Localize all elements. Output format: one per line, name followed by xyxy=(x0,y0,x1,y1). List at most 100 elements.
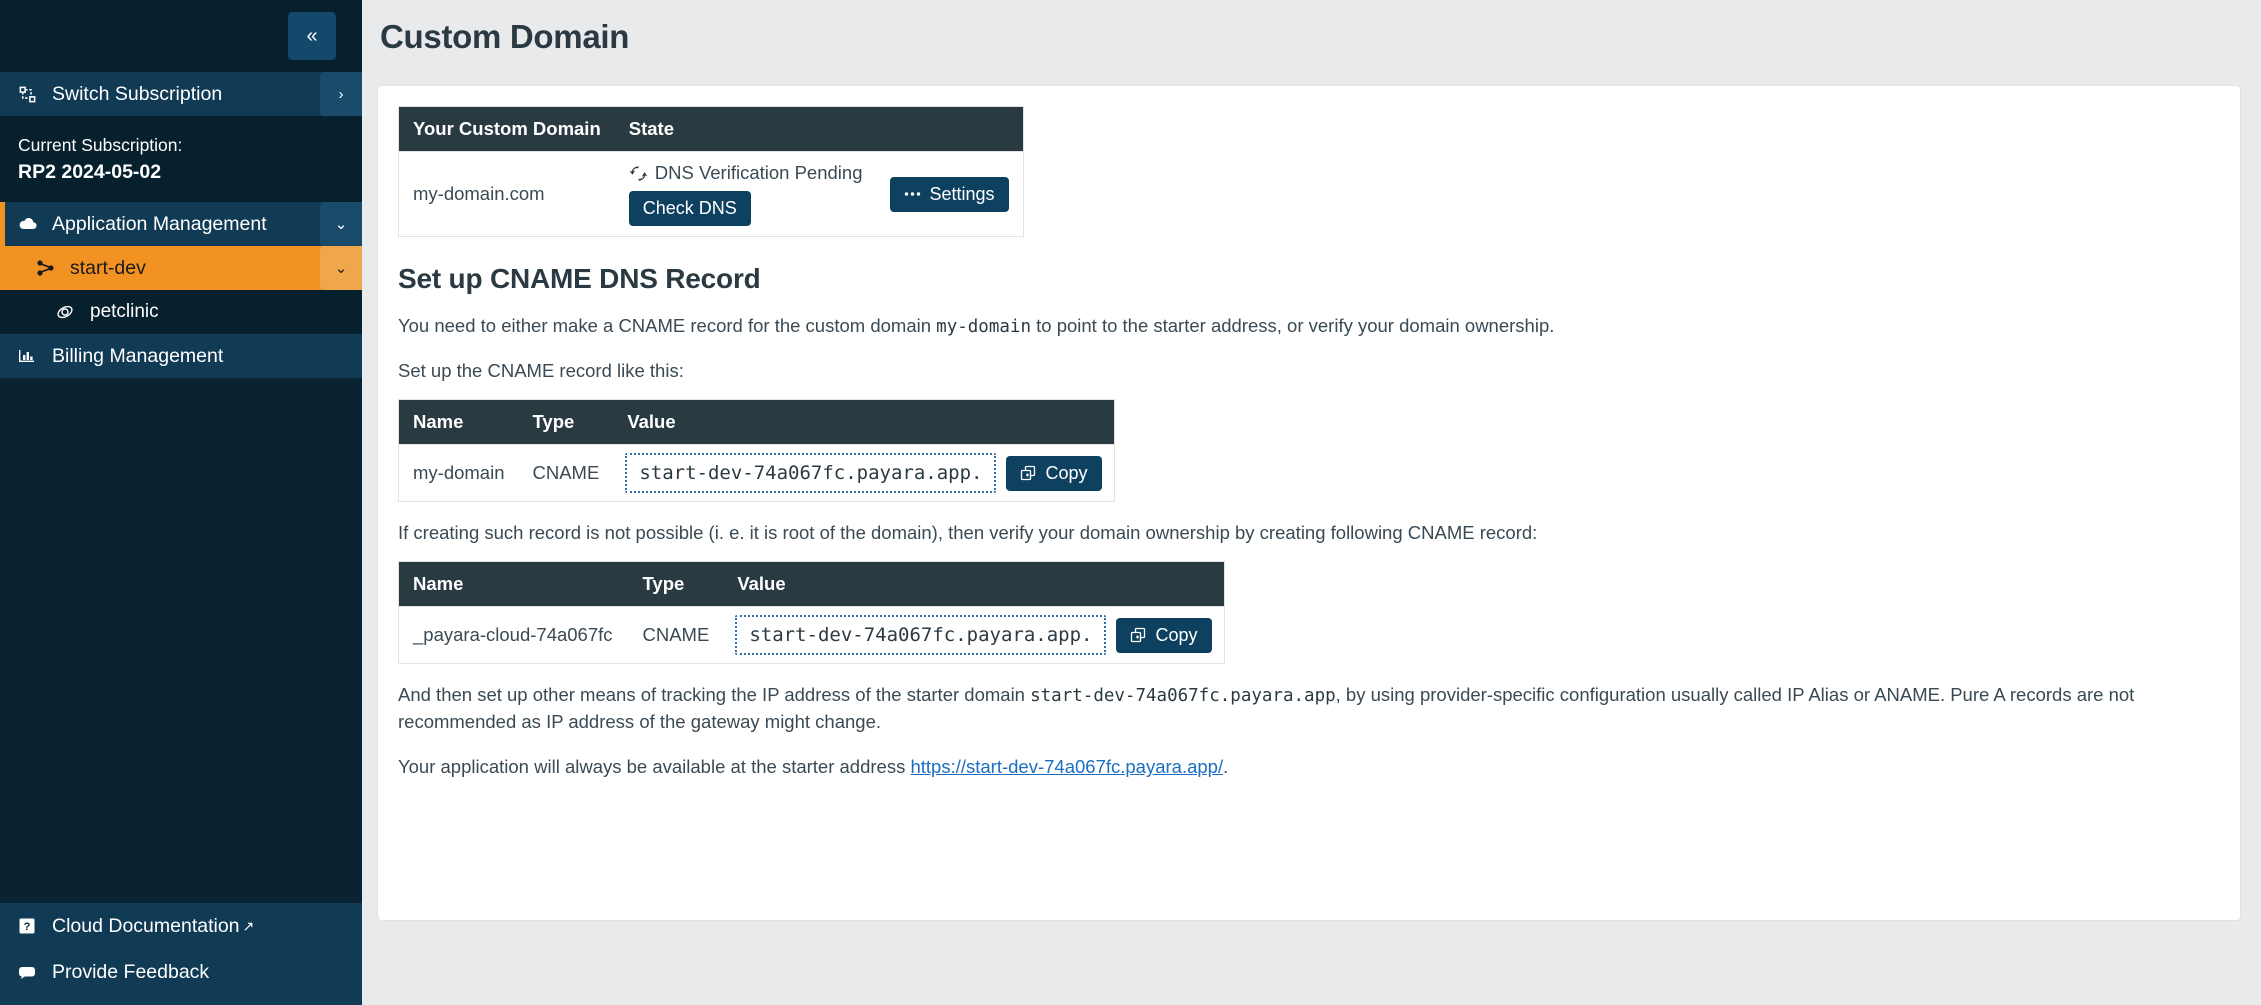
final-post: . xyxy=(1223,756,1229,778)
cell-record-name: my-domain xyxy=(398,444,519,502)
settings-label: Settings xyxy=(929,183,995,204)
record-value-text[interactable]: start-dev-74a067fc.payara.app. xyxy=(735,615,1107,655)
copy-label: Copy xyxy=(1155,624,1198,645)
sidebar-item-label: Provide Feedback xyxy=(52,960,210,983)
sidebar-item-cloud-documentation[interactable]: ? Cloud Documentation ↗ xyxy=(0,903,362,949)
sidebar: « Switch Subscription › Current Subscrip… xyxy=(0,0,362,1005)
cloud-icon xyxy=(18,217,44,231)
cell-record-value: start-dev-74a067fc.payara.app. Copy xyxy=(613,444,1115,502)
column-header-state: State xyxy=(614,106,877,152)
table-header-row: Name Type Value xyxy=(398,399,1115,445)
table-header-row: Your Custom Domain State xyxy=(398,106,1024,152)
table-head: Your Custom Domain State xyxy=(398,106,1024,152)
sidebar-item-label: start-dev xyxy=(70,256,146,279)
column-header-type: Type xyxy=(628,561,724,607)
custom-domain-table: Your Custom Domain State my-domain.com D… xyxy=(398,106,1024,237)
final-paragraph: Your application will always be availabl… xyxy=(398,754,2218,781)
check-dns-label: Check DNS xyxy=(642,198,737,218)
double-chevron-left-icon: « xyxy=(306,25,318,47)
column-header-value: Value xyxy=(613,399,1115,445)
current-subscription-block: Current Subscription: RP2 2024-05-02 xyxy=(0,116,362,202)
sidebar-spacer xyxy=(0,378,362,903)
table-row: _payara-cloud-74a067fc CNAME start-dev-7… xyxy=(398,606,1225,664)
current-subscription-value: RP2 2024-05-02 xyxy=(18,161,162,183)
column-header-name: Name xyxy=(398,399,519,445)
column-header-value: Value xyxy=(723,561,1225,607)
sidebar-footer: ? Cloud Documentation ↗ Provide Feedback xyxy=(0,903,362,1005)
tracking-paragraph: And then set up other means of tracking … xyxy=(398,682,2218,736)
copy-label: Copy xyxy=(1045,462,1088,483)
switch-subscription-icon xyxy=(18,85,44,104)
cname-intro-pre: You need to either make a CNAME record f… xyxy=(398,315,937,336)
copy-button[interactable]: Copy xyxy=(1006,455,1102,491)
cell-domain-name: my-domain.com xyxy=(398,151,615,237)
sidebar-item-label: Cloud Documentation xyxy=(52,914,240,937)
chart-bar-icon xyxy=(18,348,44,364)
table-header-row: Name Type Value xyxy=(398,561,1225,607)
starter-address-link[interactable]: https://start-dev-74a067fc.payara.app/ xyxy=(910,756,1223,777)
chevron-right-icon[interactable]: › xyxy=(320,72,362,116)
table-body: my-domain CNAME start-dev-74a067fc.payar… xyxy=(398,444,1115,502)
cell-record-type: CNAME xyxy=(518,444,614,502)
cname-intro-code: my-domain xyxy=(936,317,1031,337)
app-root: « Switch Subscription › Current Subscrip… xyxy=(0,0,2261,1005)
sidebar-item-provide-feedback[interactable]: Provide Feedback xyxy=(0,949,362,995)
cell-record-type: CNAME xyxy=(628,606,724,664)
external-link-icon: ↗ xyxy=(242,917,255,934)
column-header-name: Name xyxy=(398,561,629,607)
copy-icon xyxy=(1130,627,1147,644)
sidebar-item-billing-management[interactable]: Billing Management xyxy=(0,334,362,378)
refresh-icon xyxy=(629,165,648,182)
cell-record-value: start-dev-74a067fc.payara.app. Copy xyxy=(723,606,1225,664)
help-question-icon: ? xyxy=(18,917,44,935)
sidebar-item-switch-subscription[interactable]: Switch Subscription › xyxy=(0,72,362,116)
verification-record-table: Name Type Value _payara-cloud-74a067fc C… xyxy=(398,561,1225,664)
table-row: my-domain.com DNS Verification Pending C… xyxy=(398,151,1024,237)
column-header-your-custom-domain: Your Custom Domain xyxy=(398,106,615,152)
copy-icon xyxy=(1020,465,1037,482)
cname-record-table: Name Type Value my-domain CNAME start-de… xyxy=(398,399,1115,503)
column-header-type: Type xyxy=(518,399,614,445)
cname-setup-line: Set up the CNAME record like this: xyxy=(398,360,684,382)
sidebar-item-label: Switch Subscription xyxy=(52,82,223,105)
value-wrapper: start-dev-74a067fc.payara.app. Copy xyxy=(735,615,1212,655)
sidebar-item-application-management[interactable]: Application Management ⌄ xyxy=(0,202,362,246)
settings-button[interactable]: Settings xyxy=(890,176,1009,212)
tracking-pre: And then set up other means of tracking … xyxy=(398,684,1031,705)
state-text: DNS Verification Pending xyxy=(654,162,863,183)
sidebar-item-label: Application Management xyxy=(52,212,267,235)
sidebar-item-start-dev[interactable]: start-dev ⌄ xyxy=(0,246,362,290)
current-subscription-label: Current Subscription: xyxy=(18,135,183,155)
section-heading-cname: Set up CNAME DNS Record xyxy=(398,263,761,294)
ellipsis-icon xyxy=(904,191,921,197)
copy-button[interactable]: Copy xyxy=(1116,617,1212,653)
column-header-actions xyxy=(876,106,1024,152)
sidebar-item-petclinic[interactable]: petclinic xyxy=(0,290,362,334)
content-card: Your Custom Domain State my-domain.com D… xyxy=(378,86,2240,920)
sidebar-item-label: petclinic xyxy=(90,301,159,322)
state-line: DNS Verification Pending xyxy=(629,162,863,184)
cell-settings: Settings xyxy=(876,151,1024,237)
cname-fallback-line: If creating such record is not possible … xyxy=(398,522,1538,544)
chat-bubble-icon xyxy=(18,965,44,980)
svg-text:?: ? xyxy=(24,921,31,933)
record-value-text[interactable]: start-dev-74a067fc.payara.app. xyxy=(625,453,997,494)
collapse-sidebar-button[interactable]: « xyxy=(288,12,336,60)
cname-intro-post: to point to the starter address, or veri… xyxy=(1030,315,1555,336)
table-head: Name Type Value xyxy=(398,399,1115,445)
app-node-icon xyxy=(36,259,62,277)
sidebar-item-label: Billing Management xyxy=(52,344,224,367)
chevron-down-icon[interactable]: ⌄ xyxy=(320,246,362,290)
cell-record-name: _payara-cloud-74a067fc xyxy=(398,606,629,664)
value-wrapper: start-dev-74a067fc.payara.app. Copy xyxy=(625,453,1102,494)
table-head: Name Type Value xyxy=(398,561,1225,607)
deployment-icon xyxy=(56,303,82,321)
check-dns-button[interactable]: Check DNS xyxy=(628,191,751,226)
table-body: my-domain.com DNS Verification Pending C… xyxy=(398,151,1024,237)
tracking-code: start-dev-74a067fc.payara.app xyxy=(1030,686,1336,706)
cname-intro-paragraph: You need to either make a CNAME record f… xyxy=(398,313,2218,340)
sidebar-header: « xyxy=(0,0,362,72)
chevron-down-icon[interactable]: ⌄ xyxy=(320,202,362,246)
final-pre: Your application will always be availabl… xyxy=(398,756,911,778)
table-body: _payara-cloud-74a067fc CNAME start-dev-7… xyxy=(398,606,1225,664)
